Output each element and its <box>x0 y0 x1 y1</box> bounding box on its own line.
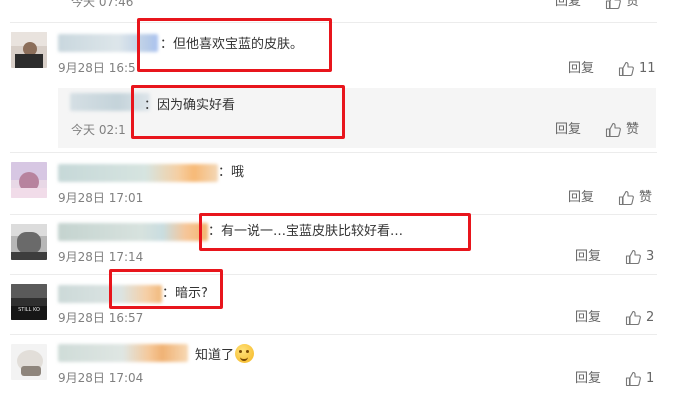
comment-time: 9月28日 17:14 <box>58 250 144 264</box>
like-count: 3 <box>646 249 655 264</box>
smiling-face-icon <box>235 344 255 363</box>
username[interactable] <box>58 164 218 182</box>
like-count: 2 <box>646 310 655 325</box>
thumbs-up-icon <box>605 122 621 138</box>
avatar[interactable] <box>11 162 47 198</box>
username[interactable] <box>58 34 158 52</box>
username[interactable] <box>58 223 208 241</box>
thumbs-up-icon <box>618 190 634 206</box>
comment-text: 知道了 <box>195 344 255 365</box>
comment-item: ：但他喜欢宝蓝的皮肤。 9月28日 16:5 回复 11 <box>0 22 673 86</box>
comment-time: 9月28日 16:57 <box>58 311 144 325</box>
reply-button[interactable]: 回复 <box>575 370 601 388</box>
like-count: 11 <box>639 61 656 76</box>
comment-item: ：有一说一…宝蓝皮肤比较好看… 9月28日 17:14 回复 3 <box>0 214 673 274</box>
like-count: 赞 <box>639 190 653 205</box>
reply-button[interactable]: 回复 <box>568 60 594 78</box>
like-button[interactable]: 赞 <box>605 0 639 11</box>
comment-text: ：因为确实好看 <box>144 98 236 113</box>
like-button[interactable]: 11 <box>618 60 656 78</box>
reply-button[interactable]: 回复 <box>568 189 594 207</box>
comment-text: ：但他喜欢宝蓝的皮肤。 <box>160 37 304 52</box>
comment-time: 9月28日 17:04 <box>58 371 144 385</box>
reply-button[interactable]: 回复 <box>555 121 581 139</box>
comment-time: 9月28日 17:01 <box>58 191 144 205</box>
reply-thread: ：因为确实好看 今天 02:1 回复 赞 <box>58 88 656 148</box>
comment-text: ：哦 <box>218 165 245 180</box>
avatar[interactable]: STILL KO <box>11 284 47 320</box>
comment-item-partial: 今天 07:46 回复 赞 <box>0 0 673 20</box>
username[interactable] <box>58 285 162 303</box>
like-button[interactable]: 赞 <box>618 189 652 207</box>
like-count: 赞 <box>626 122 640 137</box>
comment-time: 今天 07:46 <box>71 0 134 9</box>
like-count: 1 <box>646 371 655 386</box>
like-button[interactable]: 3 <box>625 248 654 266</box>
username[interactable] <box>58 344 188 362</box>
like-button[interactable]: 2 <box>625 309 654 327</box>
avatar-caption: STILL KO <box>18 307 40 313</box>
thumbs-up-icon <box>605 0 621 10</box>
thumbs-up-icon <box>618 61 634 77</box>
comment-time: 9月28日 16:5 <box>58 61 136 75</box>
comment-item: 知道了 9月28日 17:04 回复 1 <box>0 334 673 400</box>
reply-button[interactable]: 回复 <box>575 248 601 266</box>
reply-button[interactable]: 回复 <box>575 309 601 327</box>
comment-item: STILL KO ：暗示? 9月28日 16:57 回复 2 <box>0 274 673 334</box>
like-button[interactable]: 赞 <box>605 121 639 139</box>
avatar[interactable] <box>11 32 47 68</box>
comment-time: 今天 02:1 <box>71 123 126 137</box>
comment-text-content: 知道了 <box>195 348 235 363</box>
reply-button[interactable]: 回复 <box>555 0 581 11</box>
thumbs-up-icon <box>625 371 641 387</box>
comment-text: ：暗示? <box>162 286 208 301</box>
avatar[interactable] <box>11 224 47 260</box>
avatar[interactable] <box>11 344 47 380</box>
thumbs-up-icon <box>625 249 641 265</box>
like-button[interactable]: 1 <box>625 370 654 388</box>
comment-item: ：哦 9月28日 17:01 回复 赞 <box>0 152 673 212</box>
like-count: 赞 <box>626 0 640 9</box>
thumbs-up-icon <box>625 310 641 326</box>
username[interactable] <box>70 93 150 111</box>
comment-text: ：有一说一…宝蓝皮肤比较好看… <box>208 224 404 239</box>
